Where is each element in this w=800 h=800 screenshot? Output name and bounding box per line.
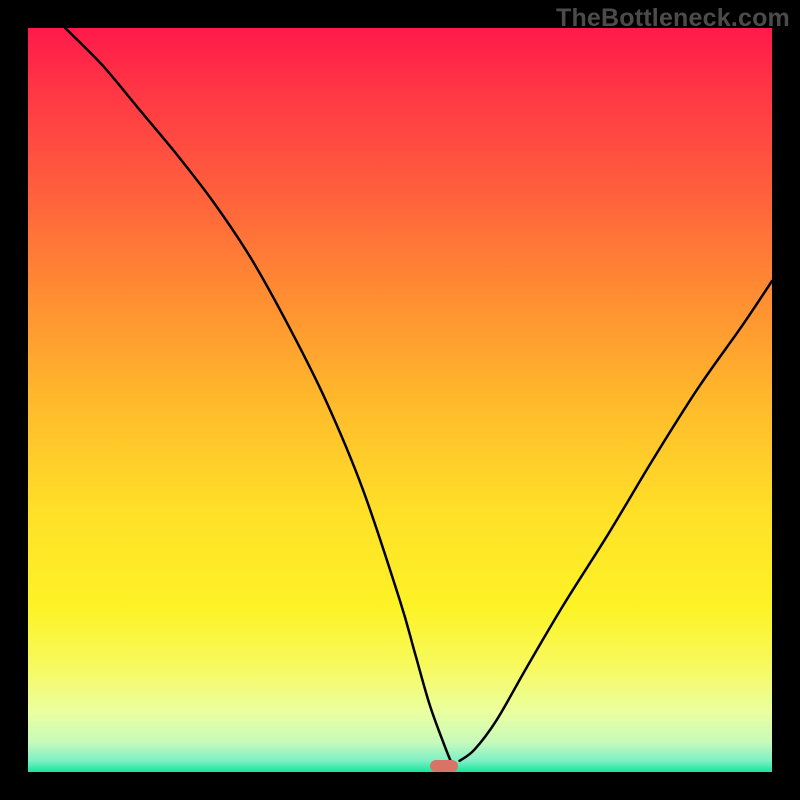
minimum-marker [430, 760, 458, 772]
curve-left [65, 28, 450, 761]
curve-svg [28, 28, 772, 772]
chart-frame: TheBottleneck.com [0, 0, 800, 800]
watermark-text: TheBottleneck.com [556, 4, 790, 33]
curve-right [460, 281, 772, 761]
plot-area [28, 28, 772, 772]
